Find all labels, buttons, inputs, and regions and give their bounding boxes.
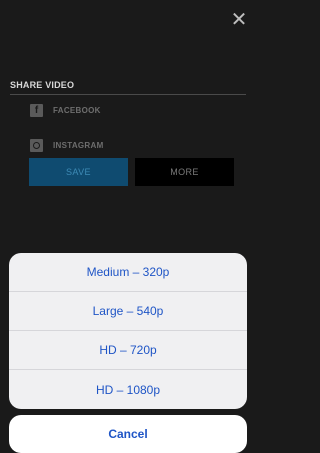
option-large-540p[interactable]: Large – 540p bbox=[9, 292, 247, 331]
share-item-instagram[interactable]: INSTAGRAM bbox=[30, 139, 104, 152]
share-item-facebook[interactable]: f FACEBOOK bbox=[30, 104, 101, 117]
option-hd-1080p[interactable]: HD – 1080p bbox=[9, 370, 247, 409]
share-video-title: SHARE VIDEO bbox=[10, 80, 75, 90]
save-button[interactable]: SAVE bbox=[29, 158, 128, 186]
close-icon[interactable]: ✕ bbox=[230, 9, 248, 29]
quality-action-sheet: Medium – 320p Large – 540p HD – 720p HD … bbox=[9, 253, 247, 409]
share-item-label: INSTAGRAM bbox=[53, 141, 104, 150]
share-item-label: FACEBOOK bbox=[53, 106, 101, 115]
option-medium-320p[interactable]: Medium – 320p bbox=[9, 253, 247, 292]
more-button[interactable]: MORE bbox=[135, 158, 234, 186]
divider bbox=[10, 94, 246, 95]
instagram-icon bbox=[30, 139, 43, 152]
cancel-button[interactable]: Cancel bbox=[9, 415, 247, 453]
facebook-icon: f bbox=[30, 104, 43, 117]
option-hd-720p[interactable]: HD – 720p bbox=[9, 331, 247, 370]
